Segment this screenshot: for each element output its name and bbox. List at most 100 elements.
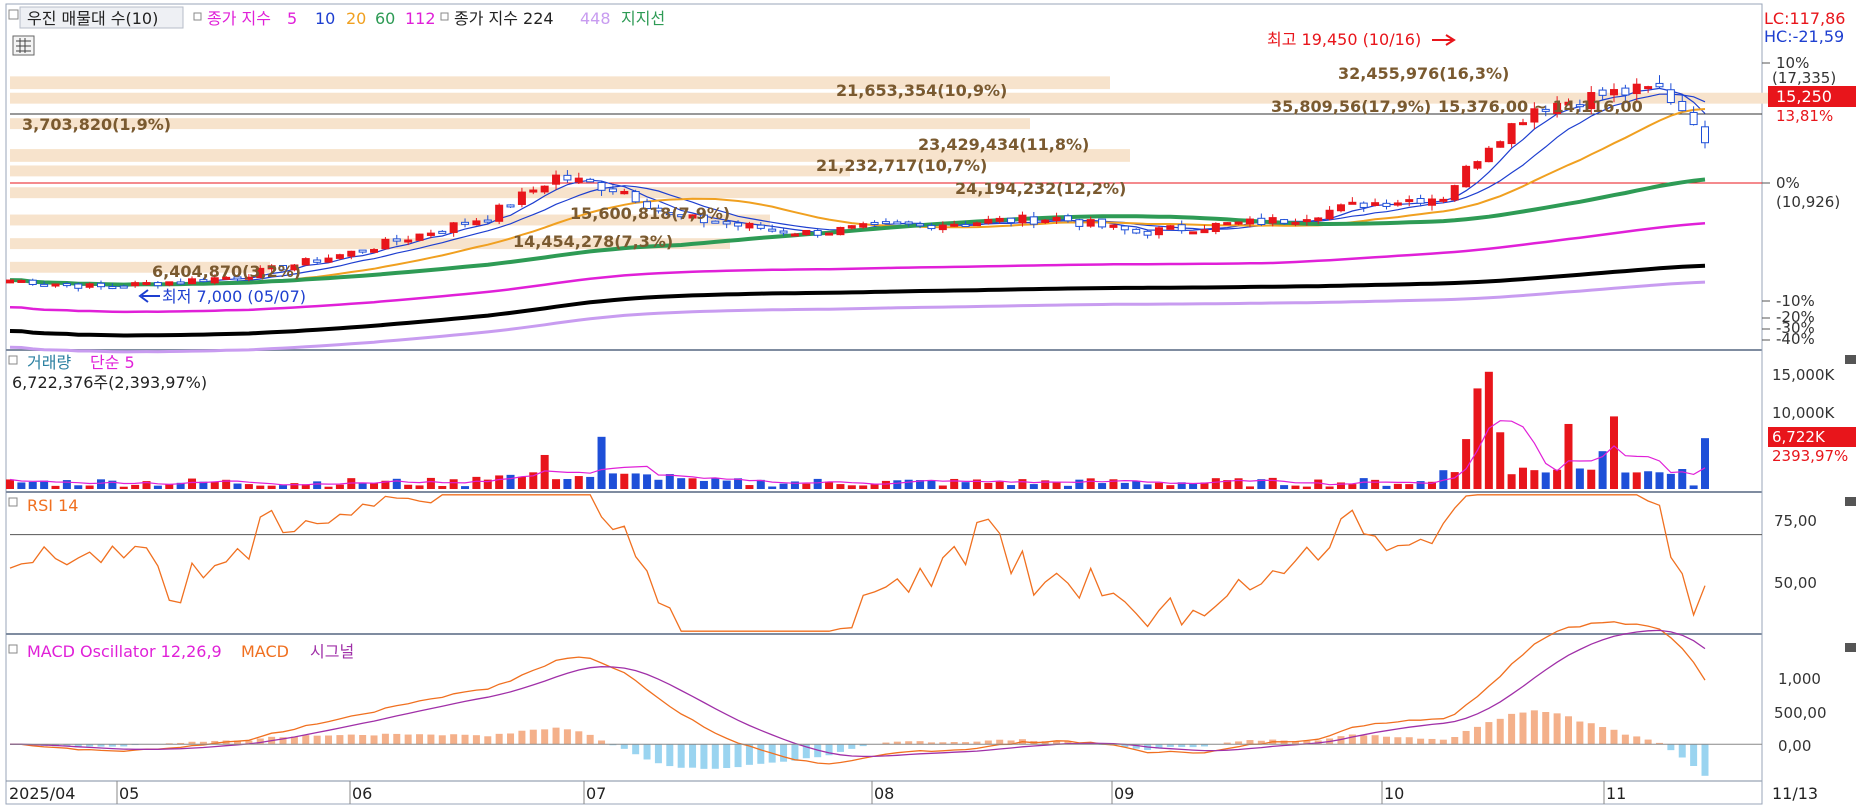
panel-close-icon[interactable] <box>1845 497 1856 506</box>
panel-close-icon[interactable] <box>1845 643 1856 652</box>
ma448-label: 448 <box>580 9 611 28</box>
signal-title: 시그널 <box>310 642 354 661</box>
candle-body <box>825 232 834 236</box>
candle-body <box>301 258 310 266</box>
candle-body <box>1655 82 1664 88</box>
macd-osc-bar <box>541 729 549 745</box>
volume-bar <box>1689 485 1698 489</box>
volume-bar <box>1632 472 1641 489</box>
volume-bar <box>51 485 60 489</box>
volume-bar <box>415 485 424 489</box>
candle-body <box>1701 126 1709 144</box>
volume-bar <box>608 473 617 489</box>
checkbox-icon[interactable] <box>8 9 19 20</box>
candle-body <box>370 249 379 253</box>
checkbox-icon[interactable] <box>8 497 18 507</box>
volume-bar <box>1371 479 1380 489</box>
candle-body <box>1120 225 1129 231</box>
checkbox-icon[interactable] <box>8 355 18 365</box>
x-axis-label: 07 <box>586 784 606 803</box>
candle-body <box>1234 221 1243 225</box>
macd-osc-bar <box>518 730 526 745</box>
candle-body <box>1632 83 1641 95</box>
volume-bar <box>1052 481 1061 489</box>
volume-bar <box>1029 484 1038 489</box>
volume-bar <box>1473 388 1482 489</box>
macd-osc-bar <box>1530 710 1538 745</box>
candle-body <box>85 283 94 288</box>
macd-osc-bar <box>563 729 571 745</box>
volume-bar <box>404 484 413 489</box>
volume-bar <box>597 436 606 489</box>
candle-body <box>17 279 26 283</box>
candle-body <box>1518 122 1527 126</box>
candle-body <box>1189 231 1198 235</box>
volume-bar <box>586 476 595 489</box>
volume-bar <box>188 478 197 489</box>
candle-body <box>574 177 583 183</box>
candle-body <box>415 233 424 241</box>
candle-body <box>131 282 140 287</box>
profile-band <box>10 187 990 199</box>
macd-osc-bar <box>529 729 537 745</box>
volume-bar <box>574 476 583 489</box>
volume-bar <box>1280 485 1289 489</box>
macd-osc-bar <box>370 735 378 745</box>
candle-body <box>6 279 14 284</box>
checkbox-icon[interactable] <box>193 12 202 21</box>
candle-body <box>881 221 890 225</box>
macd-osc-bar <box>598 740 606 745</box>
candle-body <box>1086 219 1095 227</box>
candle-body <box>392 238 401 242</box>
macd-osc-bar <box>734 744 742 768</box>
profile-label: 15,600,818(7,9%) <box>570 204 730 223</box>
macd-osc-bar <box>302 735 310 745</box>
macd-osc-bar <box>416 734 424 745</box>
x-axis-ticks <box>116 781 1605 804</box>
volume-axis-tick: 10,000K <box>1772 404 1835 422</box>
candle-body <box>1609 89 1618 96</box>
volume-bar <box>1541 472 1550 489</box>
candle-body <box>802 229 811 236</box>
profile-label: 21,232,717(10,7%) <box>816 156 987 175</box>
volume-bar <box>927 480 936 489</box>
volume-bar <box>426 477 435 489</box>
macd-osc-bar <box>393 733 401 745</box>
candle-body <box>153 282 162 287</box>
candle-body <box>768 228 777 232</box>
macd-osc-bar <box>1462 730 1470 745</box>
volume-bar <box>370 483 379 489</box>
volume-bar <box>745 485 754 489</box>
candle-body <box>1666 89 1675 104</box>
candle-body <box>40 283 49 287</box>
volume-bar <box>472 476 481 489</box>
volume-bar <box>1268 477 1277 489</box>
volume-bar <box>881 480 890 489</box>
macd-osc-bar <box>1371 735 1379 745</box>
macd-osc-bar <box>336 735 344 745</box>
current-volume-pct: 2393,97% <box>1772 447 1848 465</box>
lc-label: LC:117,86 <box>1764 9 1845 28</box>
volume-bar <box>267 485 276 489</box>
high-annotation: 최고 19,450 (10/16) <box>1267 30 1421 49</box>
candle-body <box>631 191 640 203</box>
candle-body <box>608 188 617 193</box>
candle-body <box>1211 222 1220 233</box>
arrow-left-icon <box>138 289 160 303</box>
volume-title: 거래량 <box>27 353 71 372</box>
panel-close-icon[interactable] <box>1845 355 1856 364</box>
checkbox-icon[interactable] <box>440 12 449 21</box>
volume-bar <box>699 480 708 489</box>
hc-label: HC:-21,59 <box>1764 27 1844 46</box>
close-ma-label: 종가 지수 <box>207 9 271 28</box>
volume-bar <box>313 481 322 489</box>
candle-body <box>1621 87 1630 96</box>
rsi-axis-tick: 50,00 <box>1774 574 1817 592</box>
candle-body <box>1075 219 1084 227</box>
macd-osc-bar <box>1439 739 1447 745</box>
macd-osc-bar <box>1496 718 1504 745</box>
candle-body <box>1041 219 1050 223</box>
macd-osc-bar <box>1473 726 1481 745</box>
candle-body <box>1029 216 1038 225</box>
checkbox-icon[interactable] <box>8 644 18 654</box>
